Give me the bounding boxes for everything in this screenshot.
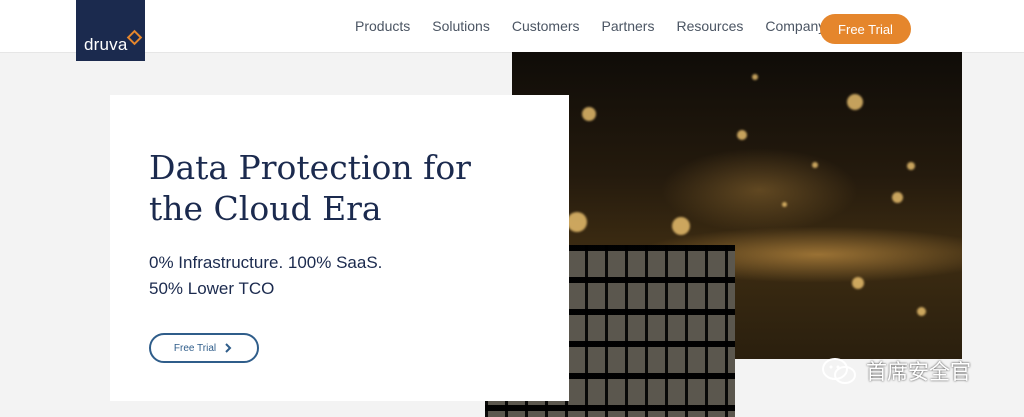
nav-item-company[interactable]: Company [765, 18, 825, 34]
chevron-right-icon [225, 343, 232, 353]
free-trial-hero-button[interactable]: Free Trial [149, 333, 259, 363]
wechat-watermark: 首席安全官 [820, 356, 971, 386]
hero-card: Data Protection for the Cloud Era 0% Inf… [110, 95, 569, 401]
nav-item-partners[interactable]: Partners [602, 18, 655, 34]
main-nav: Products Solutions Customers Partners Re… [355, 0, 847, 52]
wechat-icon [822, 358, 856, 384]
watermark-text: 首席安全官 [866, 360, 971, 384]
nav-item-solutions[interactable]: Solutions [432, 18, 490, 34]
hero-title-line-1: Data Protection for [149, 148, 471, 187]
nav-item-customers[interactable]: Customers [512, 18, 580, 34]
nav-item-resources[interactable]: Resources [676, 18, 743, 34]
druva-logo[interactable]: druva [76, 0, 145, 61]
hero-subtitle-line-1: 0% Infrastructure. 100% SaaS. [149, 253, 383, 272]
hero-subtitle: 0% Infrastructure. 100% SaaS. 50% Lower … [149, 250, 382, 302]
top-navbar: druva Products Solutions Customers Partn… [0, 0, 1024, 61]
nav-item-products[interactable]: Products [355, 18, 410, 34]
hero-title: Data Protection for the Cloud Era [149, 147, 549, 229]
hero-subtitle-line-2: 50% Lower TCO [149, 279, 275, 298]
logo-diamond-icon [126, 29, 143, 46]
free-trial-nav-button[interactable]: Free Trial [820, 14, 911, 44]
hero-title-line-2: the Cloud Era [149, 189, 382, 228]
free-trial-hero-label: Free Trial [173, 342, 217, 354]
logo-wordmark: druva [84, 35, 128, 54]
